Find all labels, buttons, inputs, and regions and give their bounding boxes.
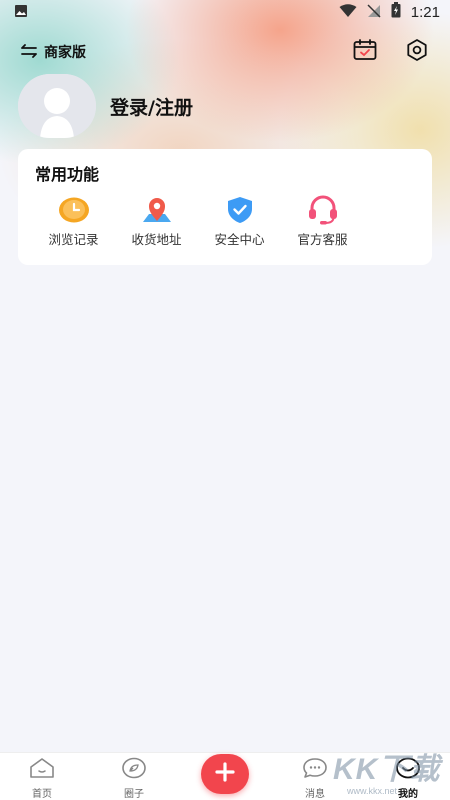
tab-home-label: 首页 — [32, 789, 52, 800]
switch-arrows-icon — [20, 43, 38, 62]
home-icon — [29, 757, 55, 783]
tab-mine[interactable]: 我的 — [378, 757, 438, 800]
tab-messages-label: 消息 — [305, 789, 325, 800]
headset-icon — [306, 195, 340, 225]
customer-service-label: 官方客服 — [297, 232, 348, 247]
tab-circle-label: 圈子 — [124, 789, 144, 800]
calendar-checkin-button[interactable] — [352, 39, 378, 65]
clock-icon — [57, 195, 91, 225]
location-pin-icon — [140, 195, 174, 225]
shipping-address-item[interactable]: 收货地址 — [115, 195, 198, 248]
shield-check-icon — [223, 195, 257, 225]
calendar-check-icon — [353, 39, 377, 65]
status-bar: 1:21 — [0, 0, 450, 24]
shipping-address-label: 收货地址 — [131, 232, 182, 247]
switch-merchant-label: 商家版 — [44, 45, 86, 61]
top-bar: 商家版 — [0, 34, 450, 70]
browse-history-item[interactable]: 浏览记录 — [32, 195, 115, 248]
login-register-link[interactable]: 登录/注册 — [110, 93, 193, 120]
customer-service-item[interactable]: 官方客服 — [281, 195, 364, 248]
gallery-notification-icon — [14, 3, 28, 22]
tab-home[interactable]: 首页 — [12, 757, 72, 800]
card-title: 常用功能 — [35, 165, 100, 184]
battery-charging-icon — [391, 2, 401, 22]
security-center-label: 安全中心 — [214, 232, 265, 247]
status-time: 1:21 — [410, 3, 440, 21]
tab-messages[interactable]: 消息 — [285, 757, 345, 800]
publish-plus-button[interactable] — [201, 754, 249, 794]
profile-section: 登录/注册 — [18, 74, 193, 138]
avatar[interactable] — [18, 74, 96, 138]
security-center-item[interactable]: 安全中心 — [198, 195, 281, 248]
wifi-icon — [339, 3, 357, 22]
browse-history-label: 浏览记录 — [48, 232, 99, 247]
no-signal-icon — [367, 3, 381, 22]
switch-merchant-button[interactable]: 商家版 — [20, 42, 86, 62]
circle-leaf-icon — [121, 757, 147, 783]
face-icon — [395, 757, 421, 783]
tab-circle[interactable]: 圈子 — [104, 757, 164, 800]
common-functions-card: 常用功能 浏览记录 收货地址 安全中心 官方客服 — [18, 149, 432, 265]
chat-icon — [302, 757, 328, 783]
settings-button[interactable] — [404, 39, 430, 65]
settings-hexagon-icon — [405, 38, 429, 66]
tab-mine-label: 我的 — [398, 789, 418, 800]
plus-icon — [215, 762, 235, 786]
